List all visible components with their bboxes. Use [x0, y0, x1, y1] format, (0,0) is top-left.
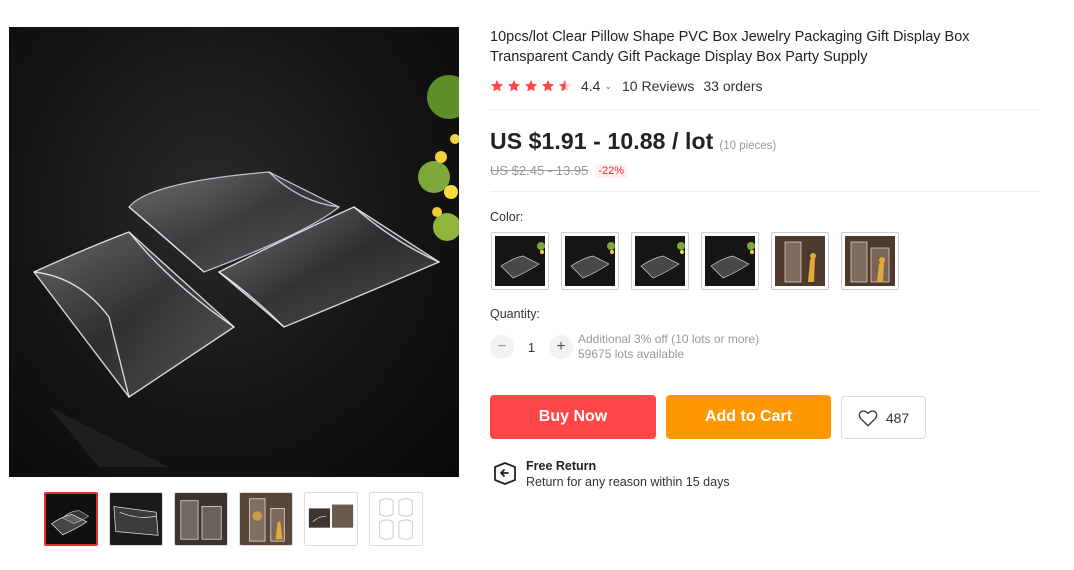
reviews-link[interactable]: 10 Reviews — [622, 78, 694, 94]
divider — [490, 109, 1040, 110]
lots-available: 59675 lots available — [578, 347, 685, 361]
star-icon — [507, 80, 521, 92]
bulk-discount-note: Additional 3% off (10 lots or more) — [578, 332, 760, 346]
quantity-input[interactable]: 1 — [514, 340, 549, 355]
wishlist-button[interactable]: 487 — [841, 396, 926, 439]
thumbnail-3[interactable] — [174, 492, 228, 546]
thumbnail-5[interactable] — [304, 492, 358, 546]
color-label: Color: — [490, 210, 524, 224]
chevron-down-icon[interactable]: ⌄ — [604, 81, 612, 92]
price-block: US $1.91 - 10.88 / lot (10 pieces) — [490, 128, 776, 155]
free-return-subtitle: Return for any reason within 15 days — [526, 475, 730, 489]
star-icon — [490, 80, 504, 92]
current-price: US $1.91 - 10.88 / lot — [490, 128, 714, 154]
original-price-block: US $2.45 - 13.95 -22% — [490, 163, 627, 178]
star-rating — [490, 79, 572, 93]
wishlist-count: 487 — [885, 409, 910, 426]
return-box-icon — [494, 462, 516, 485]
color-option-2[interactable] — [561, 232, 619, 290]
color-option-6[interactable] — [841, 232, 899, 290]
discount-badge: -22% — [595, 163, 627, 178]
main-product-image[interactable] — [9, 27, 459, 477]
divider — [490, 191, 1040, 192]
heart-icon — [858, 409, 878, 426]
color-option-5[interactable] — [771, 232, 829, 290]
buy-now-button[interactable]: Buy Now — [490, 395, 656, 439]
color-option-4[interactable] — [701, 232, 759, 290]
orders-count: 33 orders — [703, 78, 763, 94]
quantity-label: Quantity: — [490, 307, 541, 321]
quantity-increase-button[interactable]: + — [549, 335, 573, 359]
star-icon — [541, 80, 555, 92]
quantity-info: Additional 3% off (10 lots or more) 5967… — [578, 332, 759, 362]
rating-row: 4.4 ⌄ 10 Reviews 33 orders — [490, 77, 763, 95]
add-to-cart-button[interactable]: Add to Cart — [666, 395, 831, 439]
pieces-per-lot: (10 pieces) — [719, 140, 777, 152]
star-icon — [524, 80, 538, 92]
thumbnail-1[interactable] — [44, 492, 98, 546]
star-half-icon — [558, 80, 572, 92]
free-return-block: Free Return Return for any reason within… — [492, 458, 730, 490]
quantity-stepper: − 1 + — [490, 335, 573, 359]
product-title: 10pcs/lot Clear Pillow Shape PVC Box Jew… — [490, 29, 970, 65]
thumbnail-4[interactable] — [239, 492, 293, 546]
color-option-1[interactable] — [491, 232, 549, 290]
thumbnail-6[interactable] — [369, 492, 423, 546]
thumbnail-2[interactable] — [109, 492, 163, 546]
color-option-3[interactable] — [631, 232, 689, 290]
quantity-decrease-button[interactable]: − — [490, 335, 514, 359]
free-return-title: Free Return — [526, 459, 597, 473]
original-price: US $2.45 - 13.95 — [490, 163, 589, 178]
rating-value[interactable]: 4.4 — [581, 78, 600, 94]
